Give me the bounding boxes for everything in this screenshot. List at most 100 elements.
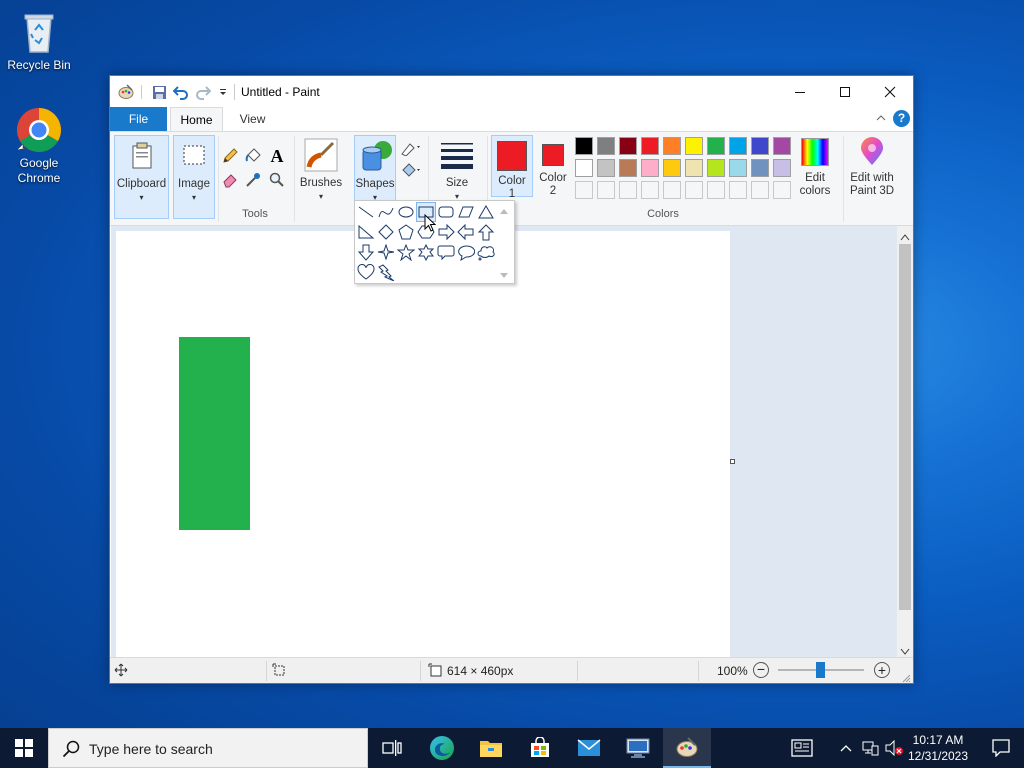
desktop-icon-recycle-bin[interactable]: Recycle Bin [1,8,77,73]
scroll-thumb[interactable] [899,244,911,610]
palette-swatch[interactable] [597,159,615,177]
shapes-scroll-up-icon[interactable] [499,204,509,218]
help-icon[interactable]: ? [893,110,910,127]
shape-rounded-rectangle-icon[interactable] [436,202,456,222]
shape-four-point-star-icon[interactable] [376,242,396,262]
news-widget-icon[interactable] [779,728,825,768]
palette-empty-swatch[interactable] [751,181,769,199]
redo-icon[interactable] [193,82,213,102]
shape-lightning-icon[interactable] [376,262,396,282]
paint-app-icon[interactable] [116,82,136,102]
start-button[interactable] [0,728,48,768]
collapse-ribbon-icon[interactable] [875,112,887,127]
taskbar-clock[interactable]: 10:17 AM 12/31/2023 [900,732,976,764]
clipboard-button[interactable]: Clipboard ▾ [114,135,169,219]
palette-swatch[interactable] [707,137,725,155]
taskbar-paint-icon[interactable] [663,728,711,768]
minimize-button[interactable] [777,76,823,107]
drawing-canvas[interactable] [116,231,730,657]
outline-icon[interactable] [398,138,424,158]
shape-line-icon[interactable] [356,202,376,222]
shape-five-point-star-icon[interactable] [396,242,416,262]
brushes-button[interactable]: Brushes ▾ [298,135,344,219]
save-icon[interactable] [149,82,169,102]
palette-swatch[interactable] [729,137,747,155]
shape-pentagon-icon[interactable] [396,222,416,242]
shape-heart-icon[interactable] [356,262,376,282]
edit-with-paint3d-button[interactable]: Edit with Paint 3D [846,135,898,201]
palette-swatch[interactable] [685,159,703,177]
shape-curve-icon[interactable] [376,202,396,222]
edit-colors-button[interactable]: Edit colors [792,135,838,201]
undo-icon[interactable] [171,82,191,102]
shape-triangle-icon[interactable] [476,202,496,222]
shape-polygon-icon[interactable] [456,202,476,222]
palette-swatch[interactable] [773,159,791,177]
palette-empty-swatch[interactable] [729,181,747,199]
palette-swatch[interactable] [619,159,637,177]
network-icon[interactable] [859,728,881,768]
notifications-icon[interactable] [978,728,1024,768]
palette-swatch[interactable] [663,159,681,177]
customize-quick-access-icon[interactable] [213,82,233,102]
magnifier-icon[interactable] [267,170,287,190]
shape-oval-callout-icon[interactable] [456,242,476,262]
palette-swatch[interactable] [773,137,791,155]
palette-swatch[interactable] [641,159,659,177]
tab-view[interactable]: View [228,107,277,131]
shape-cloud-callout-icon[interactable] [476,242,496,262]
palette-swatch[interactable] [751,137,769,155]
palette-swatch[interactable] [575,137,593,155]
palette-swatch[interactable] [751,159,769,177]
palette-empty-swatch[interactable] [575,181,593,199]
show-hidden-icons-icon[interactable] [836,728,856,768]
pencil-icon[interactable] [220,146,240,166]
mail-icon[interactable] [565,728,613,768]
shape-diamond-icon[interactable] [376,222,396,242]
remote-desktop-icon[interactable] [614,728,662,768]
palette-swatch[interactable] [619,137,637,155]
taskbar-search-box[interactable]: Type here to search [48,728,368,768]
palette-swatch[interactable] [729,159,747,177]
palette-empty-swatch[interactable] [597,181,615,199]
color2-button[interactable]: Color 2 [537,135,569,197]
canvas-resize-handle[interactable] [730,459,735,464]
palette-swatch[interactable] [641,137,659,155]
text-icon[interactable]: A [267,146,287,166]
color1-button[interactable]: Color 1 [491,135,533,200]
eraser-icon[interactable] [220,170,240,190]
palette-empty-swatch[interactable] [773,181,791,199]
palette-swatch[interactable] [685,137,703,155]
desktop-icon-google-chrome[interactable]: Google Chrome [1,106,77,186]
green-rectangle-shape[interactable] [179,337,250,530]
palette-empty-swatch[interactable] [707,181,725,199]
microsoft-store-icon[interactable] [516,728,564,768]
palette-swatch[interactable] [663,137,681,155]
shape-oval-icon[interactable] [396,202,416,222]
scroll-up-icon[interactable] [900,230,910,244]
palette-empty-swatch[interactable] [619,181,637,199]
palette-swatch[interactable] [707,159,725,177]
shape-down-arrow-icon[interactable] [356,242,376,262]
zoom-slider-thumb[interactable] [816,662,825,678]
task-view-icon[interactable] [368,728,416,768]
close-button[interactable] [867,76,913,107]
color-picker-icon[interactable] [243,170,263,190]
zoom-in-button[interactable]: + [874,662,890,678]
tab-home[interactable]: Home [170,107,223,132]
palette-swatch[interactable] [597,137,615,155]
file-explorer-icon[interactable] [467,728,515,768]
shapes-button[interactable]: Shapes ▾ [354,135,396,202]
zoom-out-button[interactable]: − [753,662,769,678]
shape-rounded-rectangular-callout-icon[interactable] [436,242,456,262]
fill-shape-icon[interactable] [398,160,424,180]
fill-icon[interactable] [243,146,263,166]
resize-grip-icon[interactable] [902,672,911,686]
tab-file[interactable]: File [110,107,167,131]
shape-left-arrow-icon[interactable] [456,222,476,242]
image-button[interactable]: Image ▾ [173,135,215,219]
palette-empty-swatch[interactable] [663,181,681,199]
palette-swatch[interactable] [575,159,593,177]
maximize-button[interactable] [822,76,868,107]
shape-right-arrow-icon[interactable] [436,222,456,242]
